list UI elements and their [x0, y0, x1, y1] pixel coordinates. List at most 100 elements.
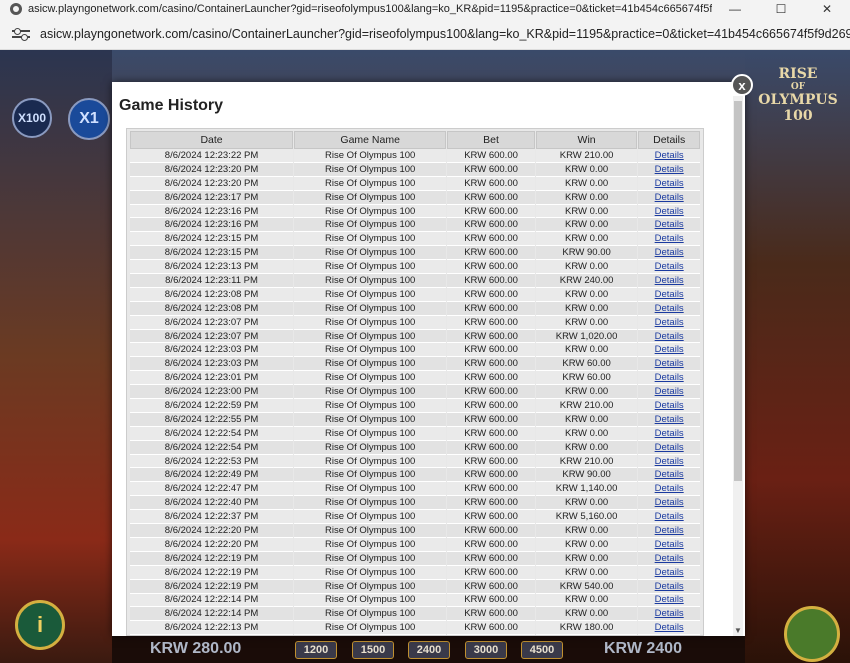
details-link[interactable]: Details	[655, 511, 684, 522]
table-cell: 8/6/2024 12:22:20 PM	[130, 537, 294, 552]
details-link[interactable]: Details	[655, 442, 684, 453]
cell-game-name: Rise Of Olympus 100	[325, 524, 416, 536]
details-link[interactable]: Details	[655, 428, 684, 439]
bet-chip[interactable]: 3000	[465, 641, 507, 659]
cell-game-name: Rise Of Olympus 100	[325, 413, 416, 425]
details-link[interactable]: Details	[655, 192, 684, 203]
modal-scrollbar[interactable]: ▼	[733, 96, 743, 636]
details-link[interactable]: Details	[655, 483, 684, 494]
cell-win: KRW 0.00	[565, 344, 609, 356]
details-link[interactable]: Details	[655, 164, 684, 175]
address-bar[interactable]: asicw.playngonetwork.com/casino/Containe…	[0, 18, 850, 50]
details-link[interactable]: Details	[655, 594, 684, 605]
table-cell: Rise Of Olympus 100	[294, 524, 447, 538]
details-link[interactable]: Details	[655, 525, 684, 536]
details-link[interactable]: Details	[655, 303, 684, 314]
bet-x1-button[interactable]: X1	[68, 98, 110, 140]
details-link[interactable]: Details	[655, 358, 684, 369]
table-cell: KRW 0.00	[535, 162, 638, 177]
details-link[interactable]: Details	[655, 469, 684, 480]
minimize-button[interactable]: —	[712, 0, 758, 18]
cell-win: KRW 0.00	[565, 524, 609, 536]
cell-win: KRW 0.00	[565, 538, 609, 550]
maximize-button[interactable]: ☐	[758, 0, 804, 18]
modal-close-button[interactable]: x	[731, 74, 753, 96]
cell-game-name: Rise Of Olympus 100	[325, 455, 416, 467]
table-cell: Rise Of Olympus 100	[294, 551, 447, 566]
table-cell: 8/6/2024 12:23:08 PM	[130, 301, 294, 316]
details-link[interactable]: Details	[655, 497, 684, 508]
details-link[interactable]: Details	[655, 567, 684, 578]
table-cell: KRW 600.00	[447, 440, 535, 455]
details-link[interactable]: Details	[655, 275, 684, 286]
table-cell: 8/6/2024 12:23:20 PM	[130, 162, 294, 177]
table-row: 8/6/2024 12:23:03 PM Rise Of Olympus 100 K…	[130, 343, 700, 358]
table-cell: KRW 0.00	[535, 176, 638, 191]
bet-chip[interactable]: 1200	[295, 641, 337, 659]
details-link[interactable]: Details	[655, 247, 684, 258]
details-link[interactable]: Details	[655, 150, 684, 161]
scrollbar-thumb[interactable]	[734, 101, 742, 481]
bet-x100-button[interactable]: X100	[12, 98, 52, 138]
bet-chip[interactable]: 2400	[408, 641, 450, 659]
window-close-button[interactable]: ✕	[804, 0, 850, 18]
logo-line: 100	[783, 108, 813, 124]
col-header-win[interactable]: Win	[535, 131, 638, 149]
details-link[interactable]: Details	[655, 331, 684, 342]
cell-win: KRW 1,140.00	[555, 483, 618, 495]
details-link[interactable]: Details	[655, 539, 684, 550]
details-link[interactable]: Details	[655, 317, 684, 328]
url-text[interactable]: asicw.playngonetwork.com/casino/Containe…	[40, 27, 850, 41]
spin-button[interactable]	[784, 606, 840, 662]
details-link[interactable]: Details	[655, 344, 684, 355]
table-cell: 8/6/2024 12:23:01 PM	[130, 371, 294, 386]
bet-chip[interactable]: 4500	[521, 641, 563, 659]
table-cell: KRW 600.00	[447, 176, 535, 191]
details-link[interactable]: Details	[655, 289, 684, 300]
details-link[interactable]: Details	[655, 178, 684, 189]
info-button[interactable]: i	[15, 600, 65, 650]
col-header-bet[interactable]: Bet	[447, 131, 535, 149]
details-link[interactable]: Details	[655, 608, 684, 619]
table-cell: Details	[638, 301, 700, 316]
table-cell: Rise Of Olympus 100	[294, 607, 447, 622]
cell-bet: KRW 600.00	[464, 205, 518, 217]
details-link[interactable]: Details	[655, 219, 684, 230]
col-header-details: Details	[638, 131, 700, 149]
history-table-container[interactable]: Date Game Name Bet Win Details 8/6/2024 …	[126, 128, 704, 636]
table-cell: Rise Of Olympus 100	[294, 621, 447, 635]
details-link[interactable]: Details	[655, 400, 684, 411]
details-link[interactable]: Details	[655, 553, 684, 564]
cell-date: 8/6/2024 12:22:54 PM	[164, 441, 259, 453]
details-link[interactable]: Details	[655, 456, 684, 467]
table-cell: KRW 600.00	[447, 315, 535, 330]
details-link[interactable]: Details	[655, 414, 684, 425]
table-cell: 8/6/2024 12:22:14 PM	[130, 593, 294, 608]
table-row: 8/6/2024 12:22:37 PM Rise Of Olympus 100 K…	[130, 510, 700, 525]
details-link[interactable]: Details	[655, 206, 684, 217]
details-link[interactable]: Details	[655, 261, 684, 272]
table-cell: KRW 600.00	[447, 621, 535, 635]
site-settings-icon[interactable]	[12, 25, 30, 43]
scroll-down-arrow-icon[interactable]: ▼	[734, 626, 742, 635]
details-link[interactable]: Details	[655, 622, 684, 633]
cell-date: 8/6/2024 12:22:53 PM	[164, 455, 259, 467]
table-cell: KRW 600.00	[447, 524, 535, 538]
details-link[interactable]: Details	[655, 581, 684, 592]
cell-win: KRW 0.00	[565, 427, 609, 439]
details-link[interactable]: Details	[655, 372, 684, 383]
bet-chip[interactable]: 1500	[352, 641, 394, 659]
table-cell: 8/6/2024 12:22:40 PM	[130, 496, 294, 511]
cell-bet: KRW 600.00	[464, 233, 518, 245]
table-cell: Details	[638, 537, 700, 552]
table-row: 8/6/2024 12:22:14 PM Rise Of Olympus 100 K…	[130, 593, 700, 608]
cell-bet: KRW 600.00	[464, 552, 518, 564]
col-header-date[interactable]: Date	[130, 131, 294, 149]
col-header-game-name[interactable]: Game Name	[294, 131, 447, 149]
cell-bet: KRW 600.00	[464, 413, 518, 425]
details-link[interactable]: Details	[655, 233, 684, 244]
cell-bet: KRW 600.00	[464, 219, 518, 231]
details-link[interactable]: Details	[655, 386, 684, 397]
site-favicon-icon	[10, 3, 22, 15]
table-row: 8/6/2024 12:23:20 PM Rise Of Olympus 100 K…	[130, 162, 700, 177]
